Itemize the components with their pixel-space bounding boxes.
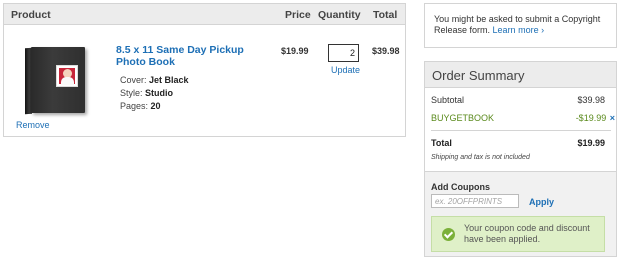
coupon-discount: -$19.99 × (576, 113, 615, 123)
quantity-input[interactable] (328, 44, 359, 62)
option-cover-label: Cover: (120, 75, 147, 85)
coupon-success-message: Your coupon code and discount have been … (431, 216, 605, 252)
copyright-notice: You might be asked to submit a Copyright… (424, 3, 617, 48)
option-cover: Cover: Jet Black (120, 75, 189, 85)
checkmark-icon (442, 228, 455, 241)
option-pages: Pages: 20 (120, 101, 161, 111)
cart-table-header: Product Price Quantity Total (4, 4, 405, 25)
option-pages-label: Pages: (120, 101, 149, 111)
option-pages-value: 20 (150, 101, 161, 111)
cart-table: Product Price Quantity Total Remove 8.5 … (3, 3, 406, 137)
photo-book-thumbnail[interactable] (25, 45, 85, 115)
remove-coupon-icon[interactable]: × (610, 113, 615, 123)
order-summary-title: Order Summary (432, 68, 525, 83)
subtotal-label: Subtotal (431, 95, 465, 105)
column-header-quantity: Quantity (318, 9, 361, 21)
add-coupons-section: Add Coupons Apply Your coupon code and d… (425, 171, 616, 256)
remove-item-link[interactable]: Remove (16, 120, 50, 130)
item-total: $39.98 (372, 46, 400, 56)
item-price: $19.99 (281, 46, 309, 56)
subtotal-value: $39.98 (577, 95, 605, 105)
learn-more-link[interactable]: Learn more › (493, 25, 545, 35)
order-summary-panel: Order Summary Subtotal $39.98 BUYGETBOOK… (424, 61, 617, 257)
cover-photo (56, 65, 78, 87)
option-style-value: Studio (145, 88, 174, 98)
add-coupons-label: Add Coupons (431, 182, 490, 192)
apply-coupon-button[interactable]: Apply (529, 197, 554, 207)
column-header-total: Total (373, 9, 398, 21)
total-label: Total (431, 138, 452, 148)
option-cover-value: Jet Black (149, 75, 189, 85)
order-summary-header: Order Summary (425, 62, 616, 88)
column-header-product: Product (11, 9, 51, 21)
total-value: $19.99 (577, 138, 605, 148)
column-header-price: Price (285, 9, 311, 21)
product-title-link[interactable]: 8.5 x 11 Same Day Pickup Photo Book (116, 44, 266, 68)
book-cover (31, 47, 85, 113)
applied-coupon-code: BUYGETBOOK (431, 113, 495, 123)
option-style: Style: Studio (120, 88, 173, 98)
coupon-code-input[interactable] (431, 194, 519, 208)
success-message-text: Your coupon code and discount have been … (464, 223, 590, 244)
summary-divider (431, 130, 611, 131)
shipping-note: Shipping and tax is not included (431, 154, 530, 161)
coupon-discount-value: -$19.99 (575, 113, 607, 123)
update-quantity-link[interactable]: Update (331, 65, 360, 75)
option-style-label: Style: (120, 88, 143, 98)
